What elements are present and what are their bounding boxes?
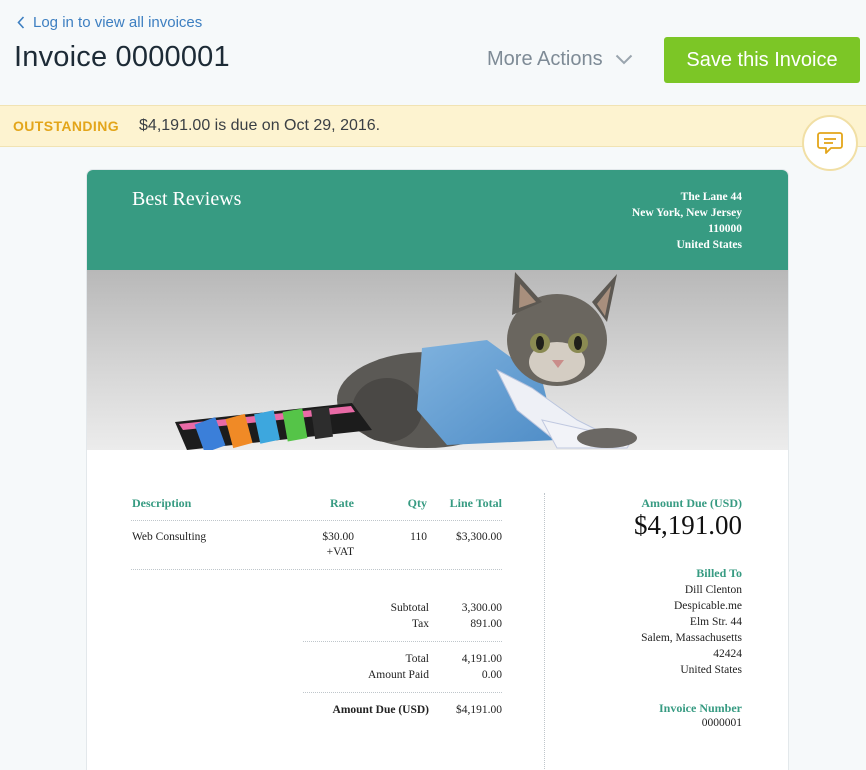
divider	[131, 520, 502, 521]
billed-to-line: Elm Str. 44	[689, 616, 742, 628]
invoice-header: Best Reviews The Lane 44 New York, New J…	[87, 170, 788, 270]
save-invoice-button[interactable]: Save this Invoice	[664, 37, 860, 83]
status-message: $4,191.00 is due on Oct 29, 2016.	[139, 117, 381, 134]
total-label: Total	[405, 653, 429, 665]
billed-to-label: Billed To	[696, 566, 742, 580]
column-divider	[544, 493, 545, 770]
billed-to-line: Salem, Massachusetts	[641, 632, 742, 644]
back-to-invoices-link[interactable]: Log in to view all invoices	[17, 14, 202, 31]
total-value: 4,191.00	[461, 653, 502, 665]
column-qty: Qty	[407, 496, 427, 510]
column-line-total: Line Total	[449, 496, 502, 510]
billed-to-line: United States	[680, 664, 742, 676]
subtotal-value: 3,300.00	[461, 602, 502, 614]
amount-paid-value: 0.00	[481, 669, 502, 681]
summary-amount-due: $4,191.00	[634, 510, 742, 540]
amount-paid-label: Amount Paid	[367, 669, 429, 681]
chevron-left-icon	[17, 16, 25, 29]
billed-to-address: Dill Clenton Despicable.me Elm Str. 44 S…	[641, 582, 742, 678]
address-line: The Lane 44	[680, 191, 742, 203]
more-actions-label[interactable]: More Actions	[487, 48, 603, 71]
invoice-number-label: Invoice Number	[659, 701, 742, 715]
divider	[131, 569, 502, 570]
chat-bubble-icon	[817, 132, 843, 154]
amount-due-label: Amount Due (USD)	[332, 704, 429, 716]
item-description: Web Consulting	[132, 531, 207, 543]
address-line: New York, New Jersey	[631, 207, 742, 219]
back-link-label[interactable]: Log in to view all invoices	[33, 14, 202, 31]
item-qty: 110	[410, 531, 427, 543]
summary-amount-due-label: Amount Due (USD)	[641, 496, 742, 510]
company-name: Best Reviews	[132, 188, 242, 210]
billed-to-line: 42424	[713, 648, 742, 660]
page-title: Invoice 0000001	[14, 41, 230, 73]
chat-button[interactable]	[802, 115, 858, 171]
address-line: United States	[676, 239, 743, 251]
status-banner: OUTSTANDING $4,191.00 is due on Oct 29, …	[0, 105, 866, 147]
invoice-number: 0000001	[701, 717, 742, 729]
header-photo	[87, 270, 788, 450]
item-rate: $30.00	[322, 531, 354, 543]
column-rate: Rate	[330, 496, 354, 510]
billed-to-line: Dill Clenton	[684, 584, 742, 596]
status-badge: OUTSTANDING	[13, 118, 120, 134]
address-line: 110000	[708, 223, 742, 235]
billed-to-line: Despicable.me	[673, 600, 742, 612]
company-address: The Lane 44 New York, New Jersey 110000 …	[632, 189, 742, 253]
column-description: Description	[132, 496, 192, 510]
item-line-total: $3,300.00	[456, 531, 502, 543]
tax-value: 891.00	[470, 618, 502, 630]
more-actions-dropdown[interactable]: More Actions	[487, 48, 633, 71]
invoice-preview: Best Reviews The Lane 44 New York, New J…	[87, 170, 788, 770]
divider	[303, 641, 502, 642]
divider	[303, 692, 502, 693]
chevron-down-icon	[615, 54, 632, 65]
item-rate-note: +VAT	[326, 546, 354, 558]
tax-label: Tax	[411, 618, 429, 630]
amount-due-value: $4,191.00	[456, 704, 502, 716]
subtotal-label: Subtotal	[390, 602, 429, 614]
